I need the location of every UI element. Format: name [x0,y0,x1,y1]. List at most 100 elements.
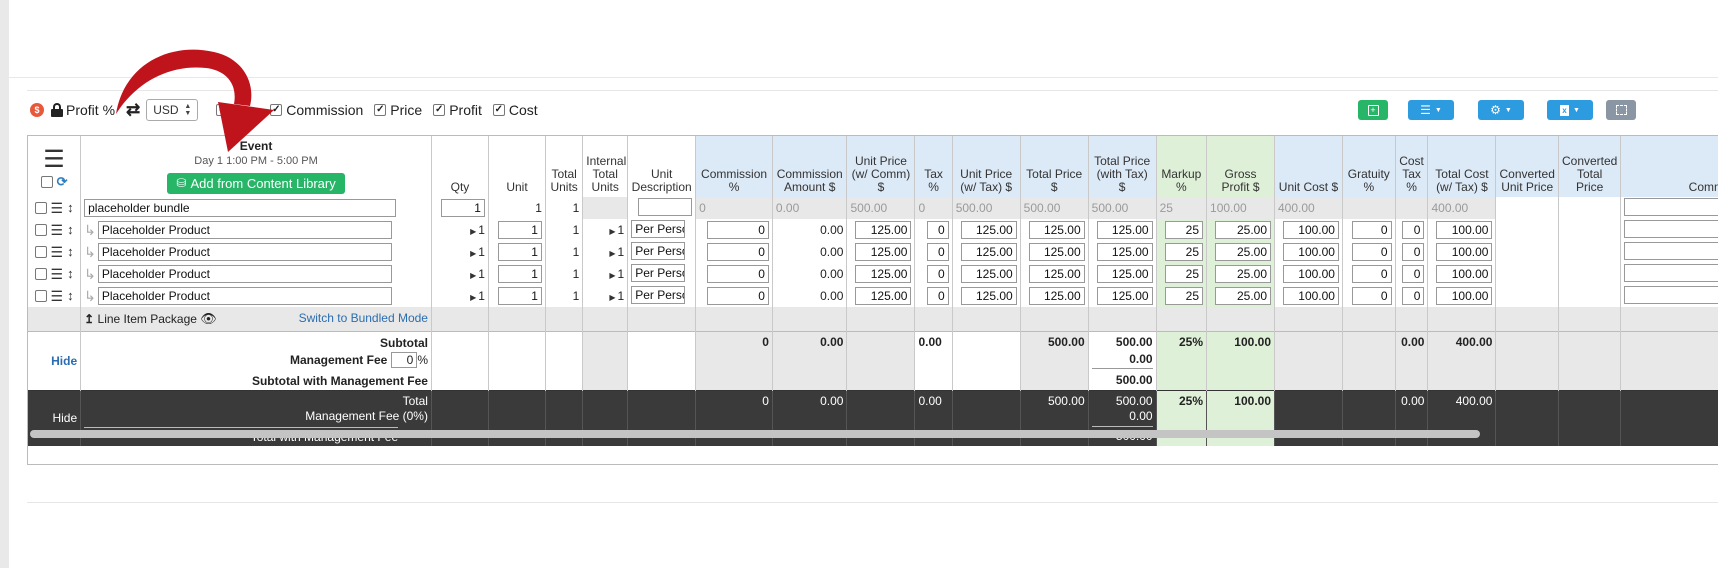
gratuity-input[interactable]: 0 [1351,221,1392,239]
unit-price-comm-input[interactable]: 125.00 [855,243,912,261]
gratuity-input[interactable]: 0 [1351,243,1392,261]
item-name-input[interactable]: Placeholder Product [97,264,392,283]
total-price-input[interactable]: 125.00 [1028,265,1085,283]
total-price-input[interactable]: 125.00 [1028,287,1085,305]
price-toggle[interactable]: Price [374,102,422,118]
swap-icon[interactable]: ⇄ [126,100,140,120]
gratuity-input[interactable]: 0 [1351,265,1392,283]
drag-handle-icon[interactable]: ↕ [67,201,74,214]
unit-price-tax-input[interactable]: 125.00 [960,287,1017,305]
markup-input[interactable]: 25 [1165,287,1204,305]
gross-profit-input[interactable]: 25.00 [1215,287,1271,305]
drag-handle-icon[interactable]: ↕ [67,223,74,236]
row-checkbox[interactable] [34,268,47,280]
total-cost-input[interactable]: 100.00 [1436,243,1493,261]
add-sheet-button[interactable]: + [1358,100,1388,120]
row-menu-icon[interactable]: ☰ [51,289,64,303]
subtotal-hide-link[interactable]: Hide [28,330,82,390]
unit-cost-input[interactable]: 100.00 [1282,221,1339,239]
list-menu-button[interactable]: ☰ ▼ [1408,100,1454,120]
select-all-checkbox[interactable] [40,175,53,188]
drag-handle-icon[interactable]: ↕ [67,267,74,280]
unit-description-input[interactable] [638,197,693,216]
drag-handle-icon[interactable]: ↕ [67,289,74,302]
export-menu-button[interactable]: x ▼ [1547,100,1593,120]
unit-input[interactable]: 1 [497,243,542,261]
comm-input[interactable] [1624,285,1718,304]
item-name-input[interactable]: Placeholder Product [97,220,392,239]
unit-price-tax-input[interactable]: 125.00 [960,243,1017,261]
commission-pct-input[interactable]: 0 [706,265,769,283]
dollar-icon[interactable]: $ [30,103,44,117]
total-price-input[interactable]: 125.00 [1028,243,1085,261]
comm-input[interactable] [1624,197,1718,216]
commission-checkbox[interactable] [270,104,283,116]
unit-input[interactable]: 1 [497,265,542,283]
commission-toggle[interactable]: Commission [270,102,363,118]
unit-price-comm-input[interactable]: 125.00 [855,265,912,283]
item-name-input[interactable]: placeholder bundle [84,199,397,217]
comm-input[interactable] [1624,241,1718,260]
tax-pct-input[interactable]: 0 [926,243,949,261]
unit-description-input[interactable]: Per Person [631,241,686,260]
lock-icon[interactable] [51,103,63,117]
settings-menu-button[interactable]: ⚙ ▼ [1478,100,1524,120]
gratuity-input[interactable]: 0 [1351,287,1392,305]
tax-pct-input[interactable]: 0 [926,287,949,305]
row-checkbox[interactable] [34,202,47,214]
refresh-icon[interactable]: ⟳ [57,175,68,188]
unit-input[interactable]: 1 [497,287,542,305]
cost-toggle[interactable]: Cost [492,102,538,118]
switch-bundled-mode-link[interactable]: Switch to Bundled Mode [299,311,428,325]
markup-input[interactable]: 25 [1165,265,1204,283]
total-cost-input[interactable]: 100.00 [1436,287,1493,305]
row-menu-icon[interactable]: ☰ [51,223,64,237]
cost-tax-input[interactable]: 0 [1402,221,1425,239]
total-price-tax-input[interactable]: 125.00 [1096,287,1153,305]
tax-pct-input[interactable]: 0 [926,265,949,283]
commission-pct-input[interactable]: 0 [706,221,769,239]
commission-pct-input[interactable]: 0 [706,287,769,305]
tax-pct-input[interactable]: 0 [926,221,949,239]
unit-price-tax-input[interactable]: 125.00 [960,221,1017,239]
row-checkbox[interactable] [34,290,47,302]
unit-cost-input[interactable]: 100.00 [1282,265,1339,283]
currency-select[interactable]: USD ▲ ▼ [146,99,199,121]
row-menu-icon[interactable]: ☰ [51,245,64,259]
comm-input[interactable] [1624,219,1718,238]
comm-input[interactable] [1624,263,1718,282]
total-price-tax-input[interactable]: 125.00 [1096,243,1153,261]
cost-tax-input[interactable]: 0 [1402,243,1425,261]
add-from-content-library-button[interactable]: ⛁ Add from Content Library [167,173,345,194]
item-name-input[interactable]: Placeholder Product [97,242,392,261]
unit-description-input[interactable]: Per Person [631,219,686,238]
unit-price-comm-input[interactable]: 125.00 [855,221,912,239]
gross-profit-input[interactable]: 25.00 [1215,243,1271,261]
gross-profit-input[interactable]: 25.00 [1215,221,1271,239]
total-price-tax-input[interactable]: 125.00 [1096,265,1153,283]
qty-input[interactable]: 1 [440,199,485,217]
unit-description-input[interactable]: Per Person [631,285,686,304]
horizontal-scrollbar[interactable] [30,430,1480,438]
total-price-tax-input[interactable]: 125.00 [1096,221,1153,239]
unit-price-tax-input[interactable]: 125.00 [960,265,1017,283]
total-cost-input[interactable]: 100.00 [1436,221,1493,239]
drag-handle-icon[interactable]: ↕ [67,245,74,258]
unit-price-comm-input[interactable]: 125.00 [855,287,912,305]
unit-cost-input[interactable]: 100.00 [1282,287,1339,305]
list-toggle-icon[interactable]: ☰ [28,148,80,172]
row-checkbox[interactable] [34,224,47,236]
item-name-input[interactable]: Placeholder Product [97,286,392,305]
cost-tax-input[interactable]: 0 [1402,265,1425,283]
row-menu-icon[interactable]: ☰ [51,201,64,215]
cost-checkbox[interactable] [492,104,505,116]
gross-profit-input[interactable]: 25.00 [1215,265,1271,283]
cost-tax-input[interactable]: 0 [1402,287,1425,305]
profit-toggle[interactable]: Profit [433,102,482,118]
row-checkbox[interactable] [34,246,47,258]
markup-input[interactable]: 25 [1165,243,1204,261]
row-menu-icon[interactable]: ☰ [51,267,64,281]
fullscreen-button[interactable] [1606,100,1636,120]
unit-input[interactable]: 1 [497,221,542,239]
eye-icon[interactable]: 👁 [200,311,217,326]
